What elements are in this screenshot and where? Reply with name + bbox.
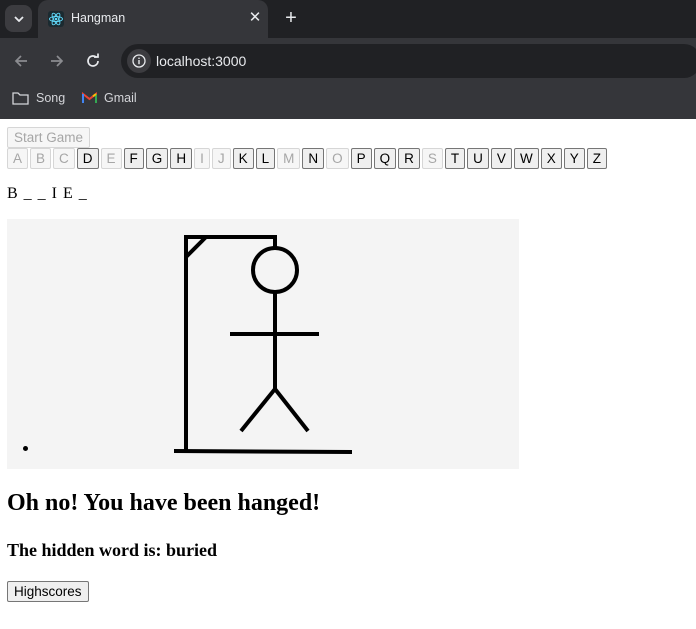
chevron-down-icon — [13, 15, 24, 22]
letter-button-a[interactable]: A — [7, 148, 29, 169]
hangman-page: Start Game ABCDEFGHIJKLMNOPQRSTUVWXYZ B … — [0, 119, 696, 629]
folder-icon — [12, 92, 29, 105]
hidden-word-line: The hidden word is: buried — [7, 540, 217, 561]
letter-button-z[interactable]: Z — [586, 148, 607, 169]
letter-button-q[interactable]: Q — [373, 148, 397, 169]
hangman-left-leg — [239, 387, 277, 433]
tab-title: Hangman — [71, 11, 126, 25]
letter-button-d[interactable]: D — [76, 148, 99, 169]
letter-button-j[interactable]: J — [211, 148, 231, 169]
letter-button-h[interactable]: H — [170, 148, 193, 169]
site-info-button[interactable] — [127, 49, 151, 73]
letter-button-c[interactable]: C — [53, 148, 75, 169]
letter-button-n[interactable]: N — [302, 148, 325, 169]
hangman-right-leg — [273, 387, 310, 433]
hangman-head — [251, 246, 299, 294]
result-heading: Oh no! You have been hanged! — [7, 490, 321, 516]
tab-search-button[interactable] — [5, 5, 32, 32]
letter-button-v[interactable]: V — [490, 148, 512, 169]
bookmark-label: Song — [36, 91, 66, 105]
bookmark-gmail[interactable]: Gmail — [82, 89, 137, 107]
forward-button[interactable] — [47, 51, 67, 71]
address-bar[interactable]: localhost:3000 — [121, 44, 696, 78]
start-game-button[interactable]: Start Game — [7, 127, 91, 148]
reload-button[interactable] — [83, 51, 103, 71]
letter-button-l[interactable]: L — [255, 148, 276, 169]
close-tab-icon[interactable]: ✕ — [245, 8, 265, 28]
letter-button-o[interactable]: O — [326, 148, 349, 169]
bookmark-label: Gmail — [104, 91, 137, 105]
letter-buttons: ABCDEFGHIJKLMNOPQRSTUVWXYZ — [7, 148, 609, 169]
highscores-button[interactable]: Highscores — [7, 581, 89, 602]
url-text: localhost:3000 — [156, 53, 247, 69]
tab-hangman[interactable]: Hangman ✕ — [38, 0, 268, 38]
letter-button-y[interactable]: Y — [563, 148, 585, 169]
letter-button-u[interactable]: U — [467, 148, 489, 169]
letter-button-r[interactable]: R — [398, 148, 420, 169]
browser-chrome: Hangman ✕ + localhost:3000 Song Gmail — [0, 0, 696, 119]
arrow-right-icon — [51, 55, 64, 67]
gallows-svg — [173, 235, 353, 454]
letter-button-t[interactable]: T — [444, 148, 466, 169]
tab-strip: Hangman ✕ + — [0, 0, 696, 38]
letter-button-k[interactable]: K — [232, 148, 254, 169]
back-button[interactable] — [11, 51, 31, 71]
letter-button-i[interactable]: I — [194, 148, 210, 169]
letter-button-w[interactable]: W — [513, 148, 539, 169]
letter-button-x[interactable]: X — [540, 148, 562, 169]
arrow-left-icon — [14, 55, 27, 67]
info-icon — [132, 54, 146, 68]
reload-icon — [87, 53, 99, 67]
react-logo-icon — [48, 11, 64, 27]
list-bullet — [23, 446, 28, 451]
letter-button-g[interactable]: G — [145, 148, 169, 169]
letter-button-p[interactable]: P — [350, 148, 372, 169]
bookmark-song[interactable]: Song — [12, 89, 65, 107]
letter-button-s[interactable]: S — [421, 148, 443, 169]
hidden-word-prefix: The hidden word is: — [7, 540, 167, 560]
gallows-base — [173, 449, 353, 454]
hangman-drawing — [7, 219, 519, 469]
hidden-word: buried — [166, 540, 218, 560]
masked-word: B _ _ I E _ — [7, 185, 88, 202]
gallows-brace — [184, 235, 208, 259]
gmail-icon — [82, 92, 97, 103]
new-tab-icon[interactable]: + — [280, 8, 302, 30]
letter-button-m[interactable]: M — [277, 148, 301, 169]
letter-button-f[interactable]: F — [123, 148, 144, 169]
letter-button-e[interactable]: E — [100, 148, 122, 169]
letter-button-b[interactable]: B — [30, 148, 52, 169]
